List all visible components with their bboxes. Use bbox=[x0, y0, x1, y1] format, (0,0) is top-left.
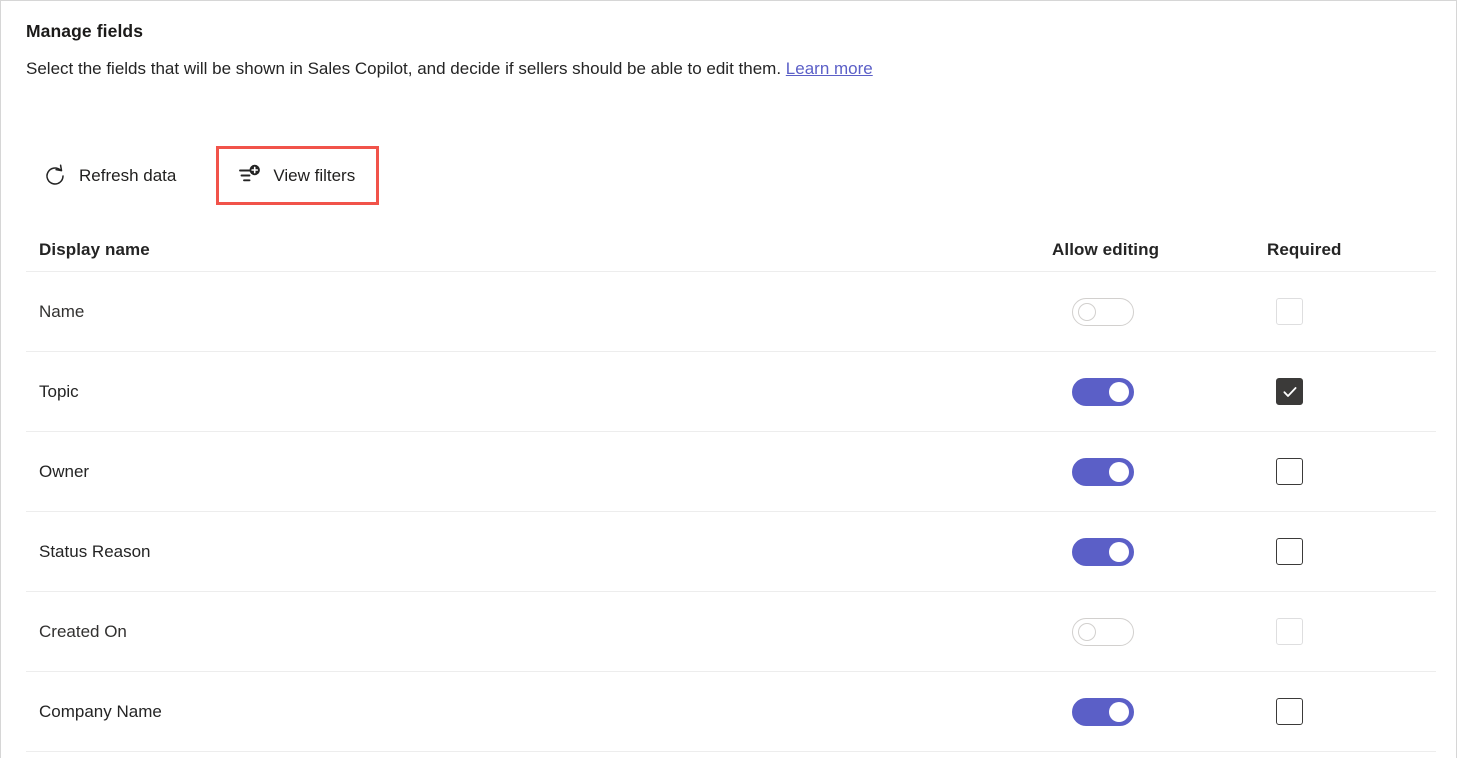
toggle-thumb bbox=[1078, 622, 1096, 641]
allow-editing-cell bbox=[1039, 697, 1259, 726]
allow-editing-toggle[interactable] bbox=[1072, 377, 1134, 406]
command-bar: Refresh data View filters bbox=[26, 146, 380, 205]
required-cell bbox=[1259, 618, 1436, 645]
allow-editing-toggle[interactable] bbox=[1072, 457, 1134, 486]
page-header: Manage fields Select the fields that wil… bbox=[26, 19, 1436, 81]
field-display-name-cell: Owner bbox=[26, 461, 1039, 483]
table-header-row: Display name Allow editing Required bbox=[26, 229, 1436, 272]
allow-editing-toggle bbox=[1072, 297, 1134, 326]
view-filters-label: View filters bbox=[273, 166, 356, 185]
allow-editing-cell bbox=[1039, 537, 1259, 566]
table-row: Created On bbox=[26, 592, 1436, 672]
toggle-thumb bbox=[1109, 461, 1129, 482]
allow-editing-cell bbox=[1039, 617, 1259, 646]
view-filters-button[interactable]: View filters bbox=[216, 146, 380, 205]
field-display-name-cell: Created On bbox=[26, 621, 1039, 643]
table-row: Name bbox=[26, 272, 1436, 352]
required-cell bbox=[1259, 698, 1436, 725]
table-row: Status Reason bbox=[26, 512, 1436, 592]
column-header-display-name: Display name bbox=[39, 240, 150, 259]
required-checkbox[interactable] bbox=[1276, 698, 1303, 725]
refresh-data-button[interactable]: Refresh data bbox=[26, 146, 192, 205]
page-description: Select the fields that will be shown in … bbox=[26, 57, 1436, 81]
page-description-text: Select the fields that will be shown in … bbox=[26, 59, 782, 78]
column-header-allow-editing: Allow editing bbox=[1052, 240, 1160, 259]
allow-editing-cell bbox=[1039, 297, 1259, 326]
required-cell bbox=[1259, 378, 1436, 405]
filter-add-icon bbox=[236, 163, 262, 189]
allow-editing-cell bbox=[1039, 457, 1259, 486]
column-header-required: Required bbox=[1267, 240, 1342, 259]
toggle-thumb bbox=[1078, 302, 1096, 321]
checkmark-icon bbox=[1283, 386, 1296, 397]
toggle-thumb bbox=[1109, 701, 1129, 722]
field-display-name-cell: Topic bbox=[26, 381, 1039, 403]
toggle-thumb bbox=[1109, 381, 1129, 402]
required-checkbox bbox=[1276, 618, 1303, 645]
field-display-name: Created On bbox=[39, 621, 127, 641]
manage-fields-page: Manage fields Select the fields that wil… bbox=[0, 0, 1457, 758]
field-display-name: Name bbox=[39, 301, 85, 321]
allow-editing-toggle[interactable] bbox=[1072, 537, 1134, 566]
table-row: Company Name bbox=[26, 672, 1436, 752]
field-display-name: Owner bbox=[39, 461, 90, 481]
refresh-data-label: Refresh data bbox=[79, 166, 177, 185]
field-display-name-cell: Name bbox=[26, 301, 1039, 323]
allow-editing-cell bbox=[1039, 377, 1259, 406]
learn-more-link[interactable]: Learn more bbox=[786, 59, 873, 78]
field-display-name-cell: Status Reason bbox=[26, 541, 1039, 563]
required-cell bbox=[1259, 298, 1436, 325]
toggle-thumb bbox=[1109, 541, 1129, 562]
fields-table: Display name Allow editing Required Name… bbox=[26, 229, 1436, 752]
page-title: Manage fields bbox=[26, 21, 144, 41]
required-cell bbox=[1259, 458, 1436, 485]
table-row: Topic bbox=[26, 352, 1436, 432]
field-display-name-cell: Company Name bbox=[26, 701, 1039, 723]
required-checkbox[interactable] bbox=[1276, 378, 1303, 405]
field-display-name: Status Reason bbox=[39, 541, 151, 561]
required-checkbox[interactable] bbox=[1276, 538, 1303, 565]
allow-editing-toggle bbox=[1072, 617, 1134, 646]
field-display-name: Topic bbox=[39, 381, 79, 401]
table-row: Owner bbox=[26, 432, 1436, 512]
refresh-icon bbox=[42, 163, 68, 189]
table-body: Name Topic Owner Status Reason Created On Com… bbox=[26, 272, 1436, 752]
field-display-name: Company Name bbox=[39, 701, 162, 721]
required-checkbox[interactable] bbox=[1276, 458, 1303, 485]
allow-editing-toggle[interactable] bbox=[1072, 697, 1134, 726]
required-checkbox bbox=[1276, 298, 1303, 325]
required-cell bbox=[1259, 538, 1436, 565]
